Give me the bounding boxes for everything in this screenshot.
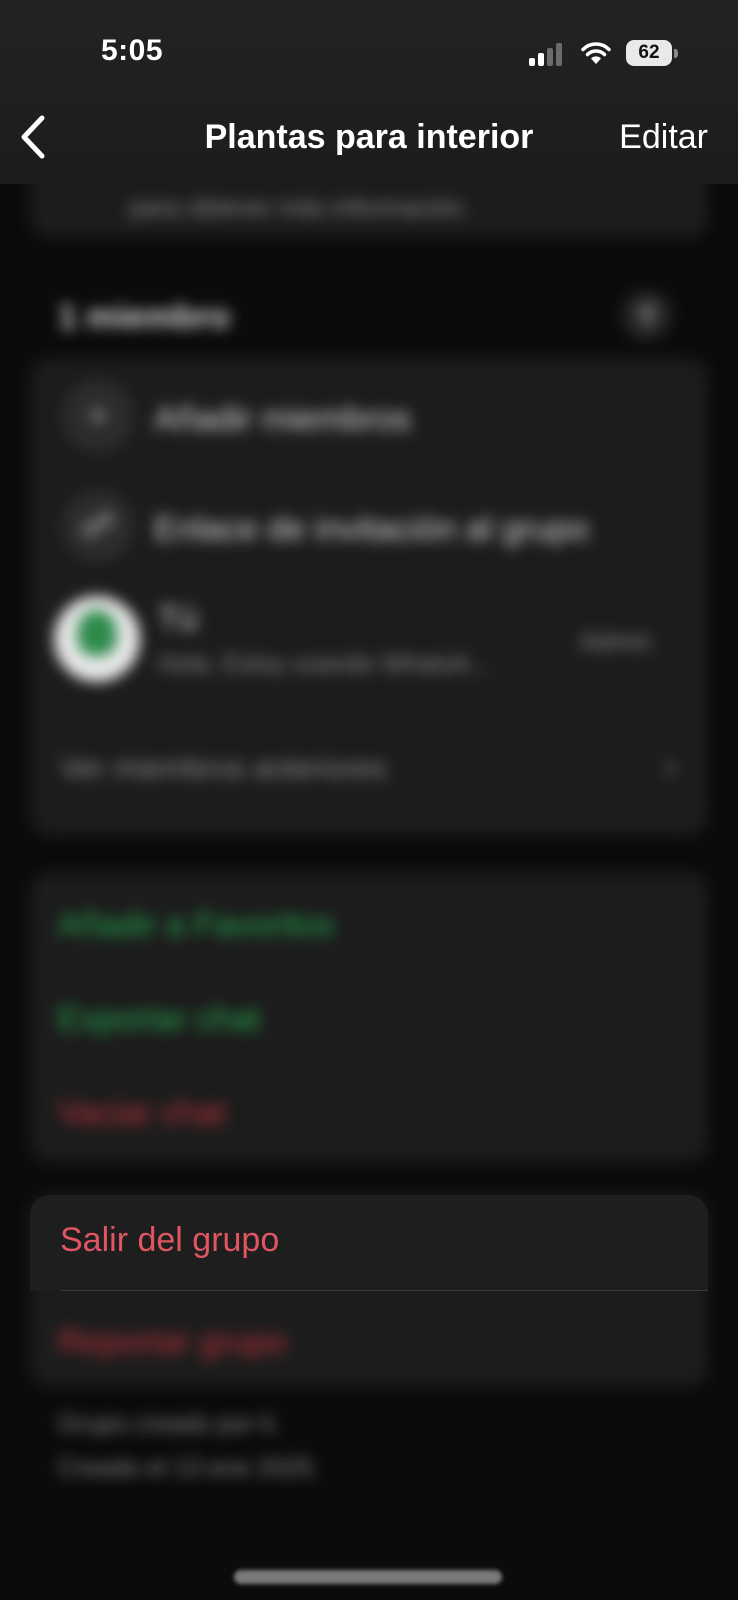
member-role-badge: Admin (580, 628, 651, 656)
past-members-link[interactable]: Ver miembros anteriores (60, 752, 387, 786)
group-created-date: Creado el 13 ene 2025. (58, 1454, 320, 1482)
battery-cap (674, 49, 678, 58)
member-name[interactable]: Tú (158, 600, 198, 639)
wifi-icon (581, 42, 611, 64)
description-text: para obtener más información. (130, 194, 470, 222)
avatar[interactable] (54, 596, 140, 682)
top-bar: 5:05 62 Plantas para interior Editar (0, 0, 738, 184)
home-indicator[interactable] (234, 1570, 502, 1584)
exit-group-button[interactable]: Salir del grupo (30, 1195, 708, 1291)
add-member-icon: + (62, 380, 134, 452)
divider (60, 1290, 708, 1291)
add-members-button[interactable]: Añadir miembros (154, 400, 411, 439)
search-icon[interactable]: ⚲ (622, 290, 672, 340)
group-created-by: Grupo creado por ti. (58, 1410, 281, 1438)
status-time: 5:05 (101, 34, 164, 67)
edit-button[interactable]: Editar (619, 118, 708, 157)
exit-group-label: Salir del grupo (60, 1221, 280, 1259)
chevron-right-icon: › (664, 748, 676, 786)
cellular-signal-icon (529, 42, 565, 66)
link-icon: ☍ (62, 490, 134, 562)
members-count-header: 1 miembro (58, 298, 230, 336)
battery-icon: 62 (626, 40, 672, 66)
add-to-favorites-button[interactable]: Añadir a Favoritos (58, 906, 334, 945)
invite-link-button[interactable]: Enlace de invitación al grupo (154, 510, 589, 549)
members-card: + Añadir miembros ☍ Enlace de invitación… (30, 358, 708, 836)
export-chat-button[interactable]: Exportar chat (58, 1000, 260, 1039)
blurred-content: para obtener más información. 1 miembro … (0, 0, 738, 1600)
group-info-screen: para obtener más información. 1 miembro … (0, 0, 738, 1600)
member-status: Hola. Estoy usando WhatsA... (158, 650, 491, 678)
actions-card: Añadir a Favoritos Exportar chat Vaciar … (30, 872, 708, 1162)
report-group-button[interactable]: Reportar grupo (58, 1323, 287, 1362)
clear-chat-button[interactable]: Vaciar chat (58, 1094, 226, 1133)
